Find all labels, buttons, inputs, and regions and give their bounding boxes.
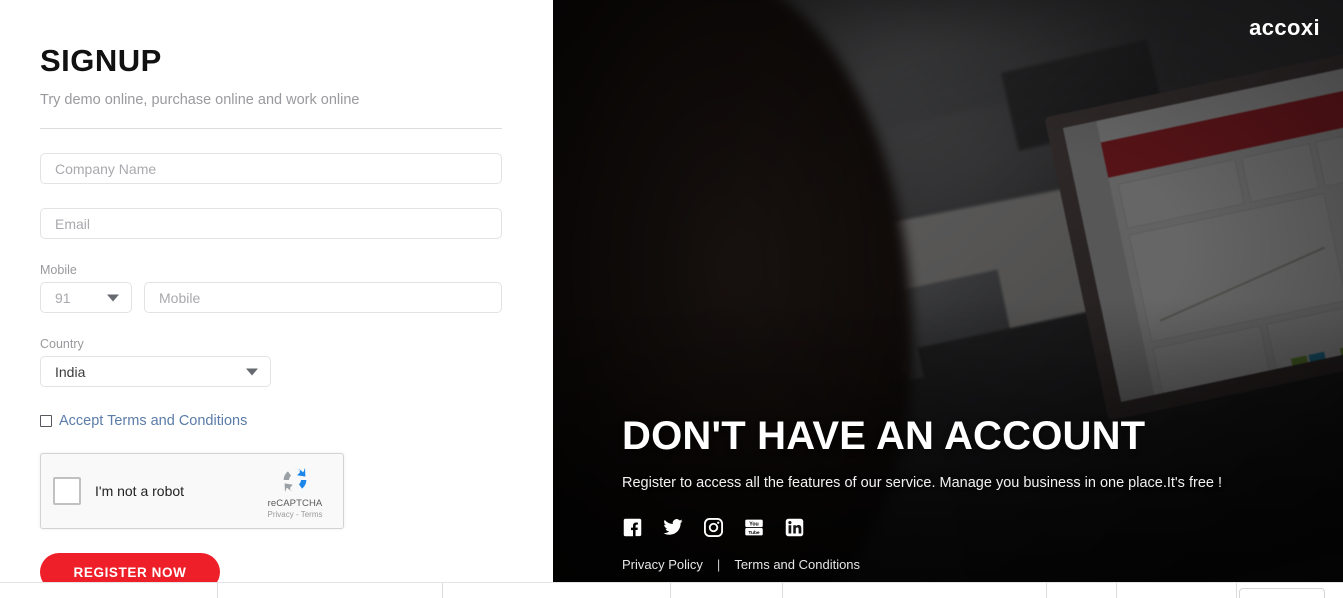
country-code-value: 91 xyxy=(55,289,71,306)
bottom-bar-cell xyxy=(0,583,218,598)
bottom-bar-cell xyxy=(218,583,443,598)
country-value: India xyxy=(55,363,86,380)
youtube-icon[interactable]: You Tube xyxy=(743,517,765,538)
mobile-row: 91 xyxy=(40,282,502,314)
accept-terms-checkbox[interactable] xyxy=(40,415,52,428)
twitter-icon[interactable] xyxy=(662,517,684,538)
country-label: Country xyxy=(40,337,84,352)
bottom-bar-cell xyxy=(443,583,671,598)
svg-text:Tube: Tube xyxy=(748,530,760,536)
promo-headline: DON'T HAVE AN ACCOUNT xyxy=(622,414,1146,458)
recaptcha-branding: reCAPTCHA Privacy - Terms xyxy=(258,464,332,519)
recaptcha-legal-links[interactable]: Privacy - Terms xyxy=(268,510,323,519)
bottom-bar-cell xyxy=(1047,583,1117,598)
promo-content: DON'T HAVE AN ACCOUNT Register to access… xyxy=(622,415,1313,572)
facebook-icon[interactable] xyxy=(622,517,643,538)
clipped-bottom-bar xyxy=(0,582,1343,598)
terms-row: Accept Terms and Conditions xyxy=(40,413,502,429)
company-field-group xyxy=(40,153,502,185)
email-input[interactable] xyxy=(40,208,502,240)
chevron-down-icon xyxy=(107,294,119,302)
company-name-input[interactable] xyxy=(40,153,502,185)
social-links: You Tube xyxy=(622,517,1313,538)
recaptcha-checkbox[interactable] xyxy=(53,477,81,506)
bottom-bar-cell xyxy=(671,583,783,598)
bottom-bar-cell xyxy=(783,583,1047,598)
email-field-group xyxy=(40,208,502,240)
country-code-select[interactable]: 91 xyxy=(40,282,132,314)
mobile-label: Mobile xyxy=(40,263,77,278)
mobile-number-input[interactable] xyxy=(144,282,502,314)
terms-and-conditions-link[interactable]: Terms and Conditions xyxy=(734,557,860,572)
svg-text:You: You xyxy=(749,521,759,527)
accoxi-logo: accoxi xyxy=(1249,15,1320,40)
chevron-down-icon xyxy=(246,368,258,376)
bottom-bar-cell xyxy=(1117,583,1237,598)
country-field-group: Country India xyxy=(40,337,502,388)
title-divider xyxy=(40,128,502,130)
page-title: SIGNUP xyxy=(40,43,162,78)
linkedin-icon[interactable] xyxy=(784,517,805,538)
bottom-bar-box[interactable] xyxy=(1239,588,1325,598)
recaptcha-brand-text: reCAPTCHA xyxy=(267,497,323,509)
country-select[interactable]: India xyxy=(40,356,271,388)
instagram-icon[interactable] xyxy=(703,517,724,538)
signup-form: SIGNUP Try demo online, purchase online … xyxy=(40,43,502,592)
recaptcha-widget[interactable]: I'm not a robot reCAPTCHA Privacy - Term… xyxy=(40,453,344,530)
promo-subline: Register to access all the features of o… xyxy=(622,475,1223,491)
accept-terms-label[interactable]: Accept Terms and Conditions xyxy=(59,413,247,429)
page-subtitle: Try demo online, purchase online and wor… xyxy=(40,92,360,109)
signup-page: SIGNUP Try demo online, purchase online … xyxy=(0,0,1343,598)
footer-separator: | xyxy=(716,557,721,572)
recaptcha-label: I'm not a robot xyxy=(95,483,185,500)
mobile-field-group: Mobile 91 xyxy=(40,263,502,314)
footer-links: Privacy Policy | Terms and Conditions xyxy=(622,557,1313,572)
promo-panel: accoxi DON'T HAVE AN ACCOUNT Register to… xyxy=(553,0,1343,598)
signup-form-panel: SIGNUP Try demo online, purchase online … xyxy=(0,0,553,598)
recaptcha-logo-icon xyxy=(283,467,307,492)
privacy-policy-link[interactable]: Privacy Policy xyxy=(622,557,703,572)
